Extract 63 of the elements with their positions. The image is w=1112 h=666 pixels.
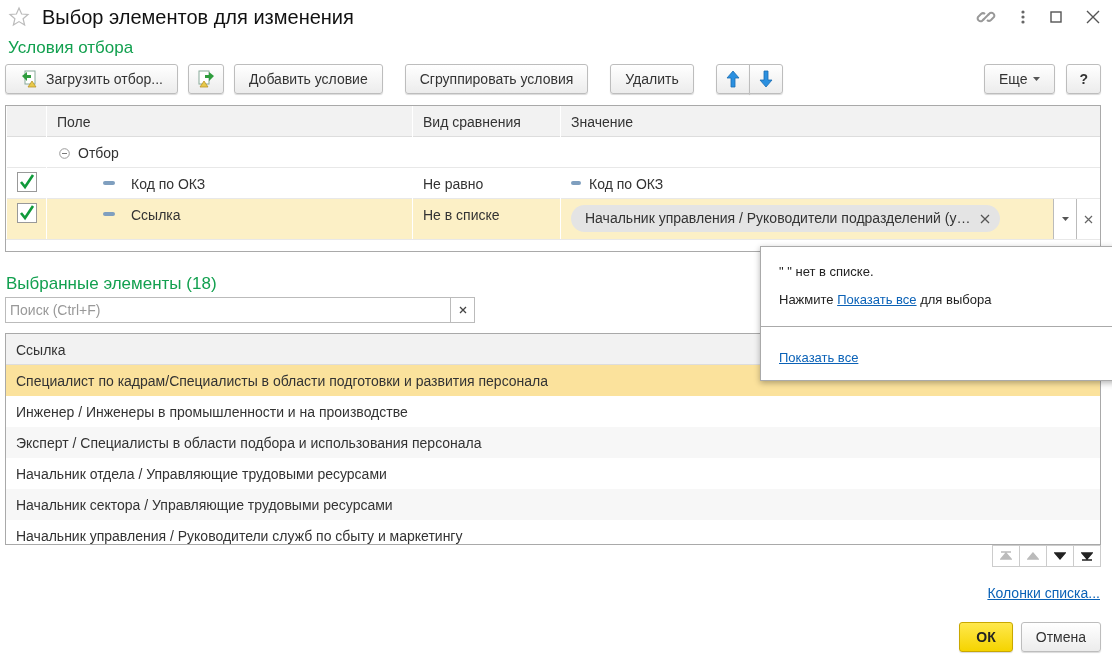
popup-message: " " нет в списке. bbox=[779, 263, 875, 281]
value-text: Код по ОКЗ bbox=[589, 175, 664, 194]
list-row[interactable]: Начальник сектора / Управляющие трудовыми ресурсами bbox=[6, 489, 1100, 520]
list-row[interactable]: Начальник управления / Руководители служб по сбыту и маркетингу bbox=[6, 520, 1100, 544]
checkmark-icon bbox=[19, 205, 35, 221]
list-row[interactable]: Инженер / Инженеры в промышленности и на производстве bbox=[6, 396, 1100, 427]
dropdown-button[interactable] bbox=[1053, 199, 1077, 239]
down-triangle-icon bbox=[1081, 550, 1093, 562]
column-header: Вид сравнения bbox=[412, 106, 560, 139]
value-tag[interactable]: Начальник управления / Руководители подразделений (у… bbox=[571, 205, 1001, 232]
save-icon bbox=[195, 69, 216, 89]
up-triangle-icon bbox=[1000, 550, 1012, 562]
down-arrow-icon bbox=[758, 70, 773, 88]
load-icon bbox=[20, 69, 40, 89]
group-name: Отбор bbox=[78, 144, 119, 163]
toolbar-button[interactable]: Добавить условие bbox=[233, 64, 383, 94]
caret-icon bbox=[1061, 217, 1069, 221]
maximize-icon[interactable] bbox=[1050, 11, 1062, 23]
collapse-icon[interactable] bbox=[59, 148, 70, 159]
scroll-next-button[interactable] bbox=[1046, 545, 1074, 567]
toolbar-button[interactable]: Сгруппировать условия bbox=[404, 64, 589, 94]
window-title: Выбор элементов для изменения bbox=[42, 5, 354, 30]
favorite-star-icon[interactable] bbox=[8, 6, 30, 28]
cancel-button[interactable]: Отмена bbox=[1020, 622, 1101, 652]
columns-link[interactable]: Колонки списка... bbox=[987, 583, 1100, 604]
list-row[interactable]: Начальник отдела / Управляющие трудовыми ресурсами bbox=[6, 458, 1100, 489]
move-up-button[interactable] bbox=[715, 64, 750, 94]
section-heading: Выбранные элементы (18) bbox=[5, 274, 218, 294]
more-menu-button[interactable]: Еще bbox=[983, 64, 1056, 94]
show-all-link[interactable]: Показать все bbox=[837, 291, 917, 307]
comparison-type: Не в списке bbox=[412, 199, 560, 239]
ok-button[interactable]: ОК bbox=[959, 622, 1013, 652]
field-icon bbox=[103, 180, 115, 186]
load-filter-button[interactable]: Загрузить отбор... bbox=[5, 64, 178, 94]
field-name: Код по ОКЗ bbox=[131, 175, 206, 194]
up-triangle-icon bbox=[1027, 550, 1039, 562]
checkbox[interactable] bbox=[17, 203, 37, 223]
save-filter-button[interactable] bbox=[187, 64, 224, 94]
remove-icon[interactable] bbox=[980, 213, 991, 224]
close-icon[interactable] bbox=[1086, 10, 1100, 24]
checkbox[interactable] bbox=[17, 172, 37, 192]
more-icon[interactable] bbox=[1020, 9, 1026, 25]
field-icon bbox=[103, 211, 115, 217]
move-down-button[interactable] bbox=[748, 64, 783, 94]
field-name: Ссылка bbox=[131, 206, 181, 225]
list-row[interactable]: Эксперт / Специалисты в области подбора и использования персонала bbox=[6, 427, 1100, 458]
section-heading: Условия отбора bbox=[7, 38, 135, 58]
clear-button[interactable] bbox=[1077, 199, 1100, 239]
field-icon bbox=[571, 180, 581, 186]
clear-icon bbox=[458, 306, 467, 314]
up-arrow-icon bbox=[725, 70, 740, 88]
help-button[interactable]: ? bbox=[1066, 64, 1101, 94]
tag-text: Начальник управления / Руководители подразделений (у… bbox=[585, 209, 971, 228]
toolbar-button[interactable]: Удалить bbox=[610, 64, 694, 94]
scroll-last-button[interactable] bbox=[1073, 545, 1101, 567]
clear-icon bbox=[1084, 214, 1093, 224]
down-triangle-icon bbox=[1054, 550, 1066, 562]
column-header: Поле bbox=[46, 106, 412, 139]
show-all-link[interactable]: Показать все bbox=[779, 348, 859, 368]
caret-icon bbox=[1033, 77, 1041, 81]
checkmark-icon bbox=[19, 174, 35, 190]
column-header: Значение bbox=[560, 106, 1100, 139]
popup-hint: Нажмите Показать все для выбора bbox=[779, 290, 993, 309]
